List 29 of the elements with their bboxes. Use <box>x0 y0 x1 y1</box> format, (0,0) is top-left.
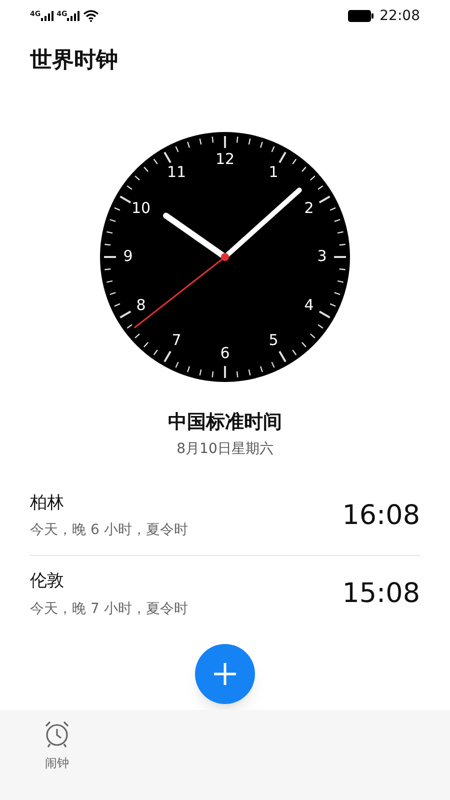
status-time: 22:08 <box>380 6 420 26</box>
home-date: 8月10日星期六 <box>176 440 274 458</box>
wifi-icon <box>83 10 100 22</box>
dial-number: 6 <box>219 346 231 361</box>
dial-number: 12 <box>214 152 236 167</box>
page-title: 世界时钟 <box>29 50 119 72</box>
battery-icon <box>348 10 374 22</box>
dial-number: 3 <box>316 249 328 264</box>
city-offset: 今天，晚 6 小时，夏令时 <box>30 521 188 540</box>
city-name: 柏林 <box>30 492 65 515</box>
city-time: 16:08 <box>342 498 420 533</box>
dial-number: 10 <box>130 200 152 216</box>
dial-number: 4 <box>303 298 315 312</box>
signal-icon <box>67 11 80 21</box>
dial-number: 9 <box>122 249 134 264</box>
plus-icon <box>213 662 237 686</box>
dial-number: 11 <box>166 164 188 180</box>
dial-number: 7 <box>170 333 182 348</box>
home-timezone-name: 中国标准时间 <box>168 410 282 435</box>
city-name: 伦敦 <box>30 570 65 594</box>
dial-number: 2 <box>303 200 315 216</box>
dial-number: 8 <box>135 298 147 312</box>
city-offset: 今天，晚 7 小时，夏令时 <box>30 600 188 619</box>
alarm-clock-icon <box>43 720 71 748</box>
city-time: 15:08 <box>342 577 420 612</box>
nav-tab[interactable]: 闹钟 <box>22 720 92 772</box>
dial-number: 1 <box>268 164 280 180</box>
signal-icon <box>40 11 54 21</box>
dial-number: 5 <box>268 333 280 348</box>
